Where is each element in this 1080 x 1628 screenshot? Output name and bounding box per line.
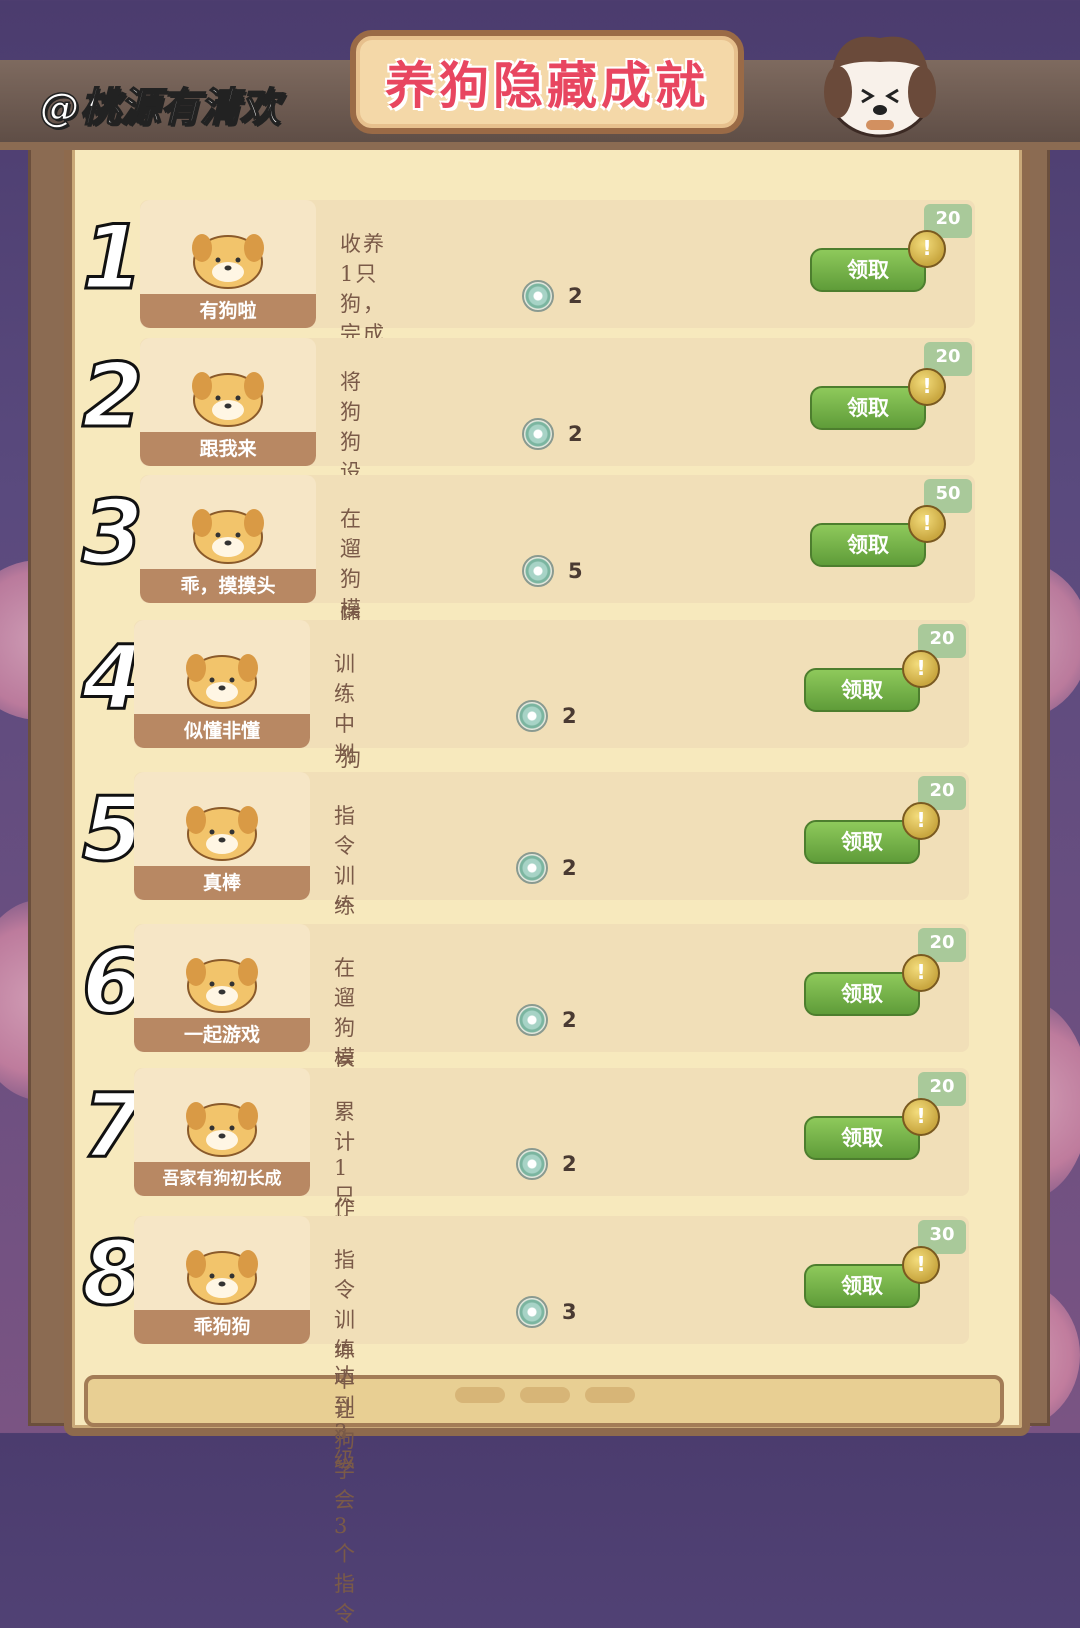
puppy-icon — [186, 1102, 258, 1157]
exclamation-icon: ! — [908, 505, 946, 543]
page-title: 养狗隐藏成就 — [385, 57, 709, 115]
reward-amount: 2 — [562, 704, 577, 728]
reward: 3 — [516, 1296, 577, 1328]
achievement-label: 吾家有狗初长成 — [134, 1162, 310, 1196]
achievement-number: 3 — [80, 480, 144, 586]
coin-icon — [522, 280, 554, 312]
achievement-label: 有狗啦 — [140, 294, 316, 328]
puppy-icon — [192, 509, 264, 564]
exclamation-icon: ! — [908, 230, 946, 268]
achievement-label: 一起游戏 — [134, 1018, 310, 1052]
achievement-number: 2 — [80, 343, 144, 449]
coin-icon — [516, 1148, 548, 1180]
left-post — [28, 140, 68, 1426]
puppy-icon — [186, 1250, 258, 1305]
reward: 2 — [516, 1004, 577, 1036]
coin-icon — [516, 1004, 548, 1036]
achievement-illustration: 跟我来 — [140, 338, 316, 466]
puppy-icon — [192, 372, 264, 427]
exclamation-icon: ! — [902, 1098, 940, 1136]
achievement-label: 跟我来 — [140, 432, 316, 466]
coin-icon — [516, 852, 548, 884]
exclamation-icon: ! — [902, 650, 940, 688]
reward-amount: 2 — [562, 856, 577, 880]
achievement-label: 似懂非懂 — [134, 714, 310, 748]
coin-icon — [522, 418, 554, 450]
achievement-illustration: 吾家有狗初长成 — [134, 1068, 310, 1196]
coin-icon — [516, 700, 548, 732]
dog-mascot-icon — [824, 36, 936, 138]
achievement-illustration: 有狗啦 — [140, 200, 316, 328]
exclamation-icon: ! — [902, 1246, 940, 1284]
achievement-description: 指令训练中让狗学会3个指令 — [334, 1248, 357, 1626]
puppy-icon — [186, 958, 258, 1013]
puppy-icon — [186, 806, 258, 861]
reward-amount: 2 — [562, 1008, 577, 1032]
coin-icon — [516, 1296, 548, 1328]
achievement-label: 真棒 — [134, 866, 310, 900]
title-board: 养狗隐藏成就 — [350, 30, 744, 134]
reward: 2 — [516, 1148, 577, 1180]
exclamation-icon: ! — [908, 368, 946, 406]
bone-decoration — [520, 1387, 570, 1403]
reward: 2 — [516, 700, 577, 732]
reward: 2 — [522, 280, 583, 312]
coin-icon — [522, 555, 554, 587]
bone-decoration — [585, 1387, 635, 1403]
reward: 2 — [516, 852, 577, 884]
achievement-label: 乖，摸摸头 — [140, 569, 316, 603]
reward-amount: 5 — [568, 559, 583, 583]
reward: 2 — [522, 418, 583, 450]
reward-amount: 2 — [562, 1152, 577, 1176]
puppy-icon — [192, 234, 264, 289]
watermark: @桃源有清欢 — [39, 84, 281, 132]
achievement-illustration: 似懂非懂 — [134, 620, 310, 748]
bone-decoration — [455, 1387, 505, 1403]
puppy-icon — [186, 654, 258, 709]
exclamation-icon: ! — [902, 954, 940, 992]
reward-amount: 2 — [568, 422, 583, 446]
achievement-number: 1 — [80, 205, 144, 311]
reward-amount: 2 — [568, 284, 583, 308]
achievement-illustration: 真棒 — [134, 772, 310, 900]
reward: 5 — [522, 555, 583, 587]
achievement-illustration: 一起游戏 — [134, 924, 310, 1052]
exclamation-icon: ! — [902, 802, 940, 840]
achievement-label: 乖狗狗 — [134, 1310, 310, 1344]
achievement-illustration: 乖，摸摸头 — [140, 475, 316, 603]
achievement-illustration: 乖狗狗 — [134, 1216, 310, 1344]
reward-amount: 3 — [562, 1300, 577, 1324]
